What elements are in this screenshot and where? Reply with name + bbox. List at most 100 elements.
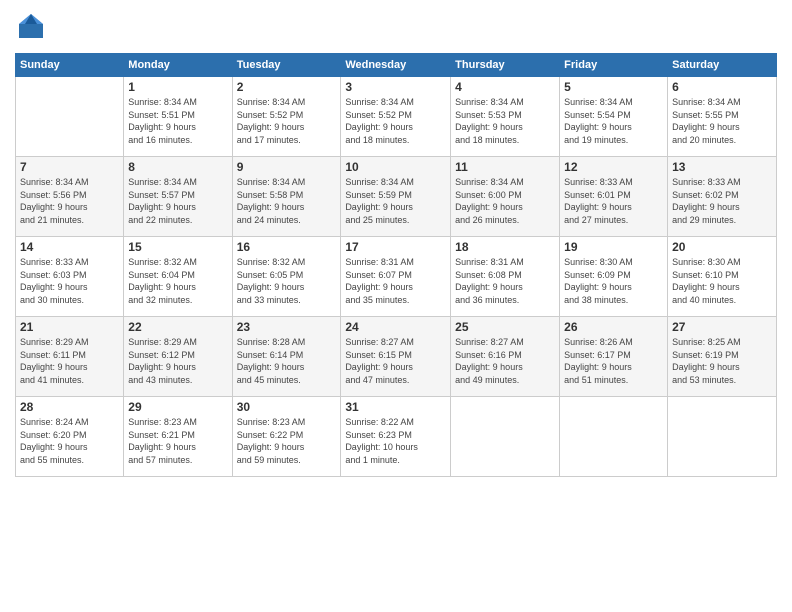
calendar-week-row: 14 Sunrise: 8:33 AM Sunset: 6:03 PM Dayli… xyxy=(16,237,777,317)
day-info: Sunrise: 8:26 AM Sunset: 6:17 PM Dayligh… xyxy=(564,336,663,386)
day-number: 1 xyxy=(128,80,227,94)
calendar-cell: 3 Sunrise: 8:34 AM Sunset: 5:52 PM Daylig… xyxy=(341,77,451,157)
calendar-cell xyxy=(560,397,668,477)
calendar-cell: 4 Sunrise: 8:34 AM Sunset: 5:53 PM Daylig… xyxy=(451,77,560,157)
day-number: 3 xyxy=(345,80,446,94)
day-number: 24 xyxy=(345,320,446,334)
calendar-cell xyxy=(451,397,560,477)
day-number: 29 xyxy=(128,400,227,414)
day-info: Sunrise: 8:34 AM Sunset: 5:58 PM Dayligh… xyxy=(237,176,337,226)
day-number: 15 xyxy=(128,240,227,254)
calendar-cell: 5 Sunrise: 8:34 AM Sunset: 5:54 PM Daylig… xyxy=(560,77,668,157)
day-info: Sunrise: 8:34 AM Sunset: 5:51 PM Dayligh… xyxy=(128,96,227,146)
calendar-cell: 8 Sunrise: 8:34 AM Sunset: 5:57 PM Daylig… xyxy=(124,157,232,237)
calendar-cell: 6 Sunrise: 8:34 AM Sunset: 5:55 PM Daylig… xyxy=(668,77,777,157)
day-info: Sunrise: 8:23 AM Sunset: 6:22 PM Dayligh… xyxy=(237,416,337,466)
weekday-header: Monday xyxy=(124,54,232,77)
calendar-week-row: 28 Sunrise: 8:24 AM Sunset: 6:20 PM Dayli… xyxy=(16,397,777,477)
calendar-cell: 2Sunrise: 8:34 AM Sunset: 5:52 PM Daylig… xyxy=(232,77,341,157)
day-info: Sunrise: 8:30 AM Sunset: 6:10 PM Dayligh… xyxy=(672,256,772,306)
day-number: 13 xyxy=(672,160,772,174)
day-number: 20 xyxy=(672,240,772,254)
weekday-header: Saturday xyxy=(668,54,777,77)
day-number: 16 xyxy=(237,240,337,254)
day-info: Sunrise: 8:34 AM Sunset: 6:00 PM Dayligh… xyxy=(455,176,555,226)
calendar-cell: 14 Sunrise: 8:33 AM Sunset: 6:03 PM Dayli… xyxy=(16,237,124,317)
day-info: Sunrise: 8:22 AM Sunset: 6:23 PM Dayligh… xyxy=(345,416,446,466)
day-info: Sunrise: 8:34 AM Sunset: 5:53 PM Dayligh… xyxy=(455,96,555,146)
day-number: 12 xyxy=(564,160,663,174)
day-info: Sunrise: 8:34 AM Sunset: 5:55 PM Dayligh… xyxy=(672,96,772,146)
calendar-cell xyxy=(668,397,777,477)
day-info: Sunrise: 8:34 AM Sunset: 5:56 PM Dayligh… xyxy=(20,176,119,226)
day-number: 14 xyxy=(20,240,119,254)
day-info: Sunrise: 8:33 AM Sunset: 6:02 PM Dayligh… xyxy=(672,176,772,226)
day-number: 22 xyxy=(128,320,227,334)
calendar-cell: 21Sunrise: 8:29 AM Sunset: 6:11 PM Dayli… xyxy=(16,317,124,397)
calendar-cell: 9 Sunrise: 8:34 AM Sunset: 5:58 PM Daylig… xyxy=(232,157,341,237)
day-info: Sunrise: 8:25 AM Sunset: 6:19 PM Dayligh… xyxy=(672,336,772,386)
weekday-header: Wednesday xyxy=(341,54,451,77)
weekday-header: Sunday xyxy=(16,54,124,77)
weekday-header: Friday xyxy=(560,54,668,77)
day-number: 8 xyxy=(128,160,227,174)
day-info: Sunrise: 8:27 AM Sunset: 6:16 PM Dayligh… xyxy=(455,336,555,386)
weekday-header: Tuesday xyxy=(232,54,341,77)
day-number: 30 xyxy=(237,400,337,414)
calendar-cell: 15 Sunrise: 8:32 AM Sunset: 6:04 PM Dayli… xyxy=(124,237,232,317)
day-number: 6 xyxy=(672,80,772,94)
day-number: 10 xyxy=(345,160,446,174)
calendar-cell: 13 Sunrise: 8:33 AM Sunset: 6:02 PM Dayli… xyxy=(668,157,777,237)
day-info: Sunrise: 8:34 AM Sunset: 5:57 PM Dayligh… xyxy=(128,176,227,226)
day-number: 19 xyxy=(564,240,663,254)
calendar-cell xyxy=(16,77,124,157)
day-number: 18 xyxy=(455,240,555,254)
calendar-cell: 17Sunrise: 8:31 AM Sunset: 6:07 PM Dayli… xyxy=(341,237,451,317)
calendar-cell: 28 Sunrise: 8:24 AM Sunset: 6:20 PM Dayli… xyxy=(16,397,124,477)
calendar-cell: 18 Sunrise: 8:31 AM Sunset: 6:08 PM Dayli… xyxy=(451,237,560,317)
day-info: Sunrise: 8:34 AM Sunset: 5:54 PM Dayligh… xyxy=(564,96,663,146)
logo-icon xyxy=(15,10,47,42)
day-number: 21 xyxy=(20,320,119,334)
calendar-cell: 24Sunrise: 8:27 AM Sunset: 6:15 PM Dayli… xyxy=(341,317,451,397)
calendar-cell: 23 Sunrise: 8:28 AM Sunset: 6:14 PM Dayli… xyxy=(232,317,341,397)
header xyxy=(15,10,777,47)
day-info: Sunrise: 8:34 AM Sunset: 5:52 PM Dayligh… xyxy=(237,96,337,146)
calendar-week-row: 21Sunrise: 8:29 AM Sunset: 6:11 PM Dayli… xyxy=(16,317,777,397)
day-number: 23 xyxy=(237,320,337,334)
day-number: 26 xyxy=(564,320,663,334)
day-info: Sunrise: 8:30 AM Sunset: 6:09 PM Dayligh… xyxy=(564,256,663,306)
day-number: 17 xyxy=(345,240,446,254)
day-info: Sunrise: 8:33 AM Sunset: 6:01 PM Dayligh… xyxy=(564,176,663,226)
day-number: 4 xyxy=(455,80,555,94)
calendar-cell: 19 Sunrise: 8:30 AM Sunset: 6:09 PM Dayli… xyxy=(560,237,668,317)
page: SundayMondayTuesdayWednesdayThursdayFrid… xyxy=(0,0,792,612)
day-info: Sunrise: 8:28 AM Sunset: 6:14 PM Dayligh… xyxy=(237,336,337,386)
calendar-cell: 7 Sunrise: 8:34 AM Sunset: 5:56 PM Daylig… xyxy=(16,157,124,237)
day-number: 9 xyxy=(237,160,337,174)
calendar-cell: 11 Sunrise: 8:34 AM Sunset: 6:00 PM Dayli… xyxy=(451,157,560,237)
calendar-cell: 31Sunrise: 8:22 AM Sunset: 6:23 PM Dayli… xyxy=(341,397,451,477)
calendar-cell: 30 Sunrise: 8:23 AM Sunset: 6:22 PM Dayli… xyxy=(232,397,341,477)
day-number: 11 xyxy=(455,160,555,174)
day-info: Sunrise: 8:33 AM Sunset: 6:03 PM Dayligh… xyxy=(20,256,119,306)
day-info: Sunrise: 8:34 AM Sunset: 5:59 PM Dayligh… xyxy=(345,176,446,226)
calendar-cell: 25Sunrise: 8:27 AM Sunset: 6:16 PM Dayli… xyxy=(451,317,560,397)
day-info: Sunrise: 8:31 AM Sunset: 6:08 PM Dayligh… xyxy=(455,256,555,306)
calendar-cell: 12 Sunrise: 8:33 AM Sunset: 6:01 PM Dayli… xyxy=(560,157,668,237)
calendar-week-row: 1 Sunrise: 8:34 AM Sunset: 5:51 PM Daylig… xyxy=(16,77,777,157)
day-number: 27 xyxy=(672,320,772,334)
header-row: SundayMondayTuesdayWednesdayThursdayFrid… xyxy=(16,54,777,77)
day-number: 5 xyxy=(564,80,663,94)
calendar-cell: 10 Sunrise: 8:34 AM Sunset: 5:59 PM Dayli… xyxy=(341,157,451,237)
day-info: Sunrise: 8:32 AM Sunset: 6:05 PM Dayligh… xyxy=(237,256,337,306)
calendar-table: SundayMondayTuesdayWednesdayThursdayFrid… xyxy=(15,53,777,477)
calendar-week-row: 7 Sunrise: 8:34 AM Sunset: 5:56 PM Daylig… xyxy=(16,157,777,237)
day-info: Sunrise: 8:32 AM Sunset: 6:04 PM Dayligh… xyxy=(128,256,227,306)
day-info: Sunrise: 8:34 AM Sunset: 5:52 PM Dayligh… xyxy=(345,96,446,146)
day-info: Sunrise: 8:23 AM Sunset: 6:21 PM Dayligh… xyxy=(128,416,227,466)
day-number: 28 xyxy=(20,400,119,414)
calendar-cell: 29 Sunrise: 8:23 AM Sunset: 6:21 PM Dayli… xyxy=(124,397,232,477)
day-number: 7 xyxy=(20,160,119,174)
day-info: Sunrise: 8:24 AM Sunset: 6:20 PM Dayligh… xyxy=(20,416,119,466)
